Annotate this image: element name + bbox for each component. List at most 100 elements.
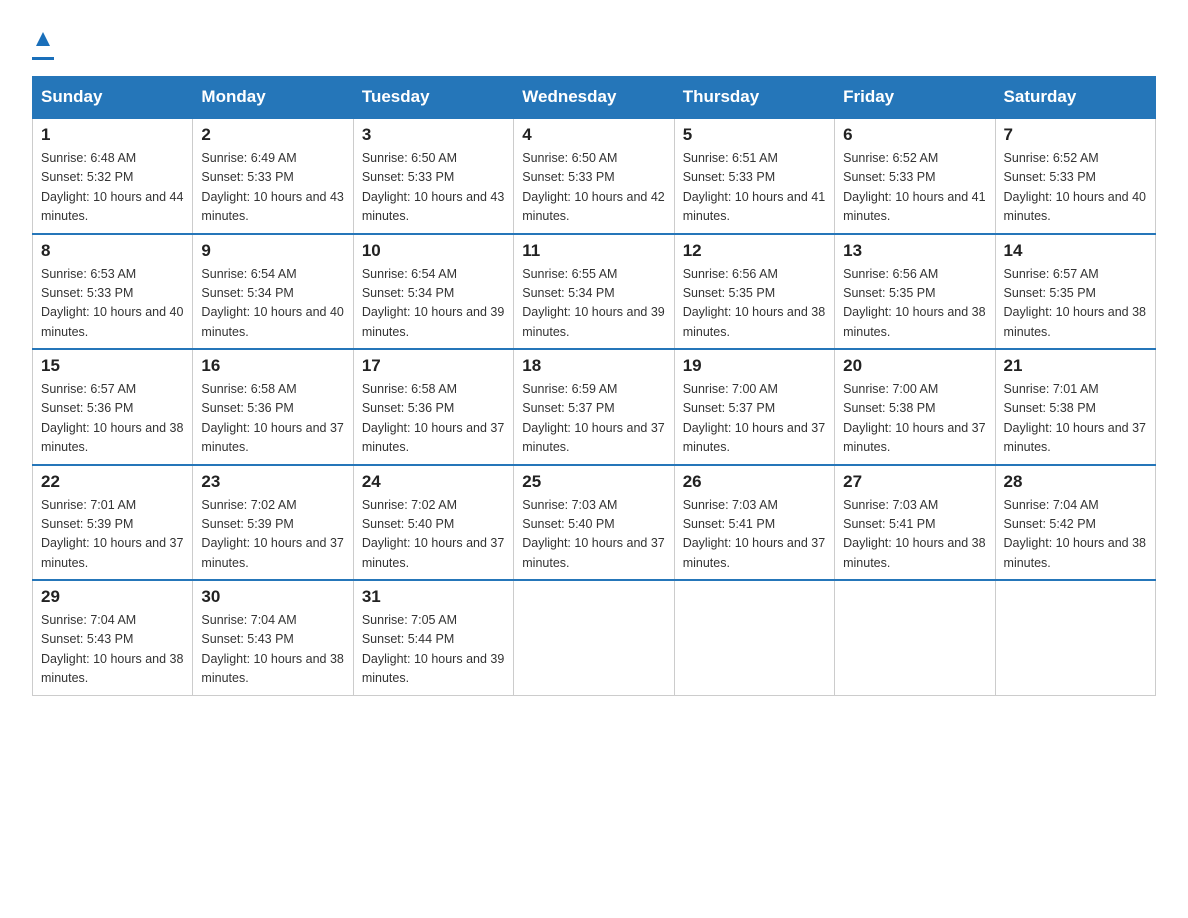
day-info: Sunrise: 6:52 AMSunset: 5:33 PMDaylight:… xyxy=(1004,149,1147,227)
weekday-header-row: SundayMondayTuesdayWednesdayThursdayFrid… xyxy=(33,77,1156,119)
calendar-cell: 3 Sunrise: 6:50 AMSunset: 5:33 PMDayligh… xyxy=(353,118,513,234)
day-number: 25 xyxy=(522,472,665,492)
day-info: Sunrise: 6:52 AMSunset: 5:33 PMDaylight:… xyxy=(843,149,986,227)
calendar-cell xyxy=(835,580,995,695)
day-info: Sunrise: 7:00 AMSunset: 5:37 PMDaylight:… xyxy=(683,380,826,458)
day-info: Sunrise: 7:02 AMSunset: 5:40 PMDaylight:… xyxy=(362,496,505,574)
day-info: Sunrise: 7:05 AMSunset: 5:44 PMDaylight:… xyxy=(362,611,505,689)
day-info: Sunrise: 7:04 AMSunset: 5:43 PMDaylight:… xyxy=(41,611,184,689)
day-info: Sunrise: 6:51 AMSunset: 5:33 PMDaylight:… xyxy=(683,149,826,227)
day-number: 5 xyxy=(683,125,826,145)
day-number: 8 xyxy=(41,241,184,261)
day-info: Sunrise: 6:56 AMSunset: 5:35 PMDaylight:… xyxy=(843,265,986,343)
day-number: 4 xyxy=(522,125,665,145)
calendar-cell: 23 Sunrise: 7:02 AMSunset: 5:39 PMDaylig… xyxy=(193,465,353,581)
day-number: 22 xyxy=(41,472,184,492)
day-number: 23 xyxy=(201,472,344,492)
day-number: 3 xyxy=(362,125,505,145)
day-number: 14 xyxy=(1004,241,1147,261)
day-info: Sunrise: 7:03 AMSunset: 5:41 PMDaylight:… xyxy=(683,496,826,574)
calendar-cell: 8 Sunrise: 6:53 AMSunset: 5:33 PMDayligh… xyxy=(33,234,193,350)
calendar-cell: 18 Sunrise: 6:59 AMSunset: 5:37 PMDaylig… xyxy=(514,349,674,465)
calendar-cell: 20 Sunrise: 7:00 AMSunset: 5:38 PMDaylig… xyxy=(835,349,995,465)
day-info: Sunrise: 6:56 AMSunset: 5:35 PMDaylight:… xyxy=(683,265,826,343)
day-number: 30 xyxy=(201,587,344,607)
day-info: Sunrise: 7:01 AMSunset: 5:38 PMDaylight:… xyxy=(1004,380,1147,458)
day-info: Sunrise: 6:49 AMSunset: 5:33 PMDaylight:… xyxy=(201,149,344,227)
day-info: Sunrise: 6:54 AMSunset: 5:34 PMDaylight:… xyxy=(201,265,344,343)
day-number: 2 xyxy=(201,125,344,145)
day-info: Sunrise: 7:01 AMSunset: 5:39 PMDaylight:… xyxy=(41,496,184,574)
calendar-cell: 22 Sunrise: 7:01 AMSunset: 5:39 PMDaylig… xyxy=(33,465,193,581)
calendar-cell: 6 Sunrise: 6:52 AMSunset: 5:33 PMDayligh… xyxy=(835,118,995,234)
day-number: 6 xyxy=(843,125,986,145)
calendar-cell: 29 Sunrise: 7:04 AMSunset: 5:43 PMDaylig… xyxy=(33,580,193,695)
calendar-cell: 25 Sunrise: 7:03 AMSunset: 5:40 PMDaylig… xyxy=(514,465,674,581)
calendar-cell xyxy=(674,580,834,695)
calendar-cell xyxy=(995,580,1155,695)
calendar-cell: 24 Sunrise: 7:02 AMSunset: 5:40 PMDaylig… xyxy=(353,465,513,581)
day-info: Sunrise: 7:02 AMSunset: 5:39 PMDaylight:… xyxy=(201,496,344,574)
calendar-cell: 7 Sunrise: 6:52 AMSunset: 5:33 PMDayligh… xyxy=(995,118,1155,234)
day-number: 11 xyxy=(522,241,665,261)
day-number: 26 xyxy=(683,472,826,492)
day-number: 13 xyxy=(843,241,986,261)
day-number: 31 xyxy=(362,587,505,607)
calendar-cell: 13 Sunrise: 6:56 AMSunset: 5:35 PMDaylig… xyxy=(835,234,995,350)
day-number: 20 xyxy=(843,356,986,376)
day-number: 21 xyxy=(1004,356,1147,376)
logo-underline xyxy=(32,57,54,60)
calendar-cell: 30 Sunrise: 7:04 AMSunset: 5:43 PMDaylig… xyxy=(193,580,353,695)
calendar-cell: 27 Sunrise: 7:03 AMSunset: 5:41 PMDaylig… xyxy=(835,465,995,581)
calendar-cell: 5 Sunrise: 6:51 AMSunset: 5:33 PMDayligh… xyxy=(674,118,834,234)
weekday-header-saturday: Saturday xyxy=(995,77,1155,119)
week-row-4: 22 Sunrise: 7:01 AMSunset: 5:39 PMDaylig… xyxy=(33,465,1156,581)
calendar-cell: 9 Sunrise: 6:54 AMSunset: 5:34 PMDayligh… xyxy=(193,234,353,350)
logo-text xyxy=(32,24,54,55)
week-row-3: 15 Sunrise: 6:57 AMSunset: 5:36 PMDaylig… xyxy=(33,349,1156,465)
day-number: 27 xyxy=(843,472,986,492)
calendar-cell: 1 Sunrise: 6:48 AMSunset: 5:32 PMDayligh… xyxy=(33,118,193,234)
day-number: 19 xyxy=(683,356,826,376)
day-number: 18 xyxy=(522,356,665,376)
calendar-cell xyxy=(514,580,674,695)
day-number: 10 xyxy=(362,241,505,261)
calendar-cell: 4 Sunrise: 6:50 AMSunset: 5:33 PMDayligh… xyxy=(514,118,674,234)
week-row-2: 8 Sunrise: 6:53 AMSunset: 5:33 PMDayligh… xyxy=(33,234,1156,350)
day-info: Sunrise: 6:53 AMSunset: 5:33 PMDaylight:… xyxy=(41,265,184,343)
calendar-cell: 12 Sunrise: 6:56 AMSunset: 5:35 PMDaylig… xyxy=(674,234,834,350)
day-info: Sunrise: 6:59 AMSunset: 5:37 PMDaylight:… xyxy=(522,380,665,458)
day-number: 7 xyxy=(1004,125,1147,145)
day-info: Sunrise: 7:03 AMSunset: 5:41 PMDaylight:… xyxy=(843,496,986,574)
day-info: Sunrise: 6:54 AMSunset: 5:34 PMDaylight:… xyxy=(362,265,505,343)
day-number: 1 xyxy=(41,125,184,145)
calendar-cell: 17 Sunrise: 6:58 AMSunset: 5:36 PMDaylig… xyxy=(353,349,513,465)
weekday-header-friday: Friday xyxy=(835,77,995,119)
calendar-cell: 21 Sunrise: 7:01 AMSunset: 5:38 PMDaylig… xyxy=(995,349,1155,465)
day-number: 15 xyxy=(41,356,184,376)
calendar-cell: 10 Sunrise: 6:54 AMSunset: 5:34 PMDaylig… xyxy=(353,234,513,350)
day-info: Sunrise: 6:50 AMSunset: 5:33 PMDaylight:… xyxy=(522,149,665,227)
weekday-header-monday: Monday xyxy=(193,77,353,119)
day-info: Sunrise: 6:50 AMSunset: 5:33 PMDaylight:… xyxy=(362,149,505,227)
calendar-cell: 11 Sunrise: 6:55 AMSunset: 5:34 PMDaylig… xyxy=(514,234,674,350)
calendar-cell: 14 Sunrise: 6:57 AMSunset: 5:35 PMDaylig… xyxy=(995,234,1155,350)
logo-triangle-icon xyxy=(34,24,52,55)
logo xyxy=(32,24,54,60)
day-info: Sunrise: 7:04 AMSunset: 5:43 PMDaylight:… xyxy=(201,611,344,689)
day-number: 12 xyxy=(683,241,826,261)
calendar-cell: 19 Sunrise: 7:00 AMSunset: 5:37 PMDaylig… xyxy=(674,349,834,465)
calendar-cell: 2 Sunrise: 6:49 AMSunset: 5:33 PMDayligh… xyxy=(193,118,353,234)
weekday-header-wednesday: Wednesday xyxy=(514,77,674,119)
day-info: Sunrise: 7:04 AMSunset: 5:42 PMDaylight:… xyxy=(1004,496,1147,574)
day-number: 28 xyxy=(1004,472,1147,492)
weekday-header-thursday: Thursday xyxy=(674,77,834,119)
calendar-cell: 15 Sunrise: 6:57 AMSunset: 5:36 PMDaylig… xyxy=(33,349,193,465)
day-info: Sunrise: 6:57 AMSunset: 5:35 PMDaylight:… xyxy=(1004,265,1147,343)
day-number: 9 xyxy=(201,241,344,261)
day-number: 29 xyxy=(41,587,184,607)
day-number: 17 xyxy=(362,356,505,376)
calendar-table: SundayMondayTuesdayWednesdayThursdayFrid… xyxy=(32,76,1156,696)
week-row-5: 29 Sunrise: 7:04 AMSunset: 5:43 PMDaylig… xyxy=(33,580,1156,695)
day-number: 16 xyxy=(201,356,344,376)
